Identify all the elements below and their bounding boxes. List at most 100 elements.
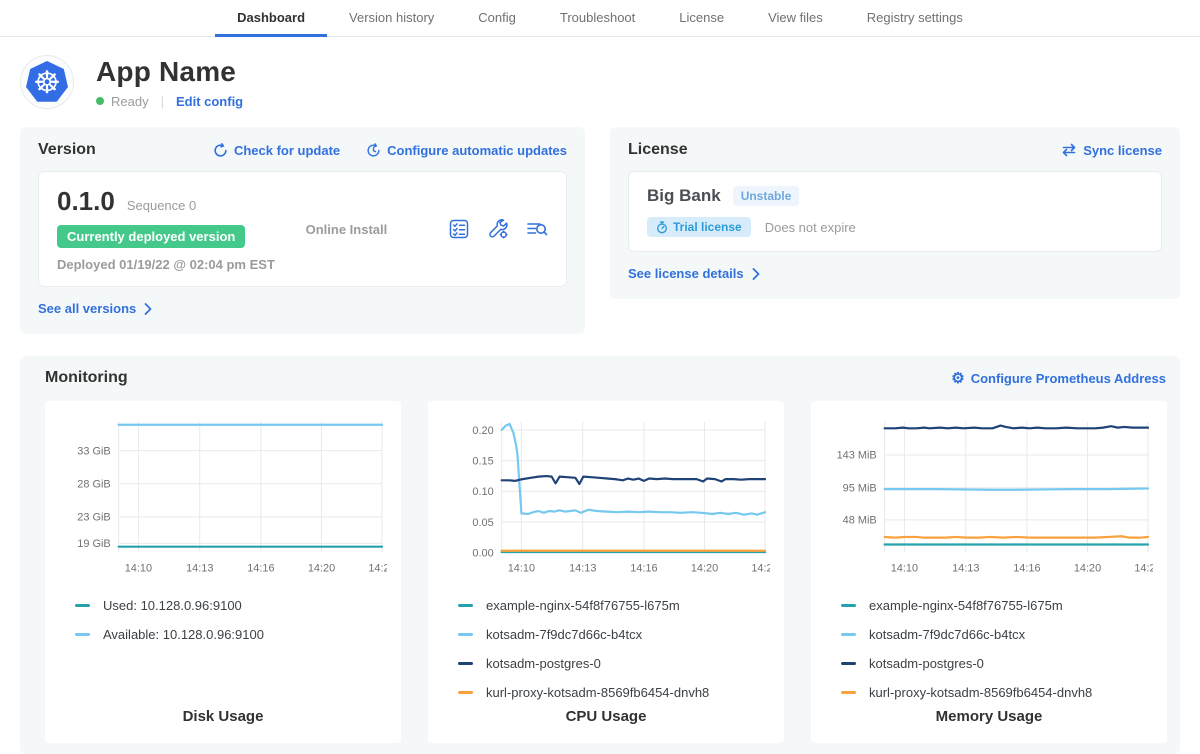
deployed-timestamp: Deployed 01/19/22 @ 02:04 pm EST (57, 257, 275, 272)
legend-swatch-icon (458, 633, 473, 636)
chart-title: CPU Usage (442, 708, 770, 731)
legend-swatch-icon (75, 633, 90, 636)
cpu-usage-plot: 14:1014:1314:1614:2014:230.200.150.100.0… (442, 413, 770, 581)
legend-item: Used: 10.128.0.96:9100 (75, 591, 387, 620)
license-card: License Sync license Big Bank Unstable T… (610, 127, 1180, 299)
status-dot-icon (96, 97, 104, 105)
install-type-label: Online Install (306, 222, 388, 237)
svg-text:95 MiB: 95 MiB (843, 483, 877, 495)
tab-config[interactable]: Config (456, 0, 538, 37)
legend-label: kotsadm-7f9dc7d66c-b4tcx (486, 627, 642, 642)
svg-text:14:10: 14:10 (891, 563, 918, 575)
chevron-right-icon (144, 303, 152, 315)
chart-title: Disk Usage (59, 708, 387, 731)
kubernetes-heptagon: ☸ (26, 61, 68, 103)
legend-item: example-nginx-54f8f76755-l675m (458, 591, 770, 620)
monitoring-section: Monitoring ⚙ Configure Prometheus Addres… (20, 356, 1180, 754)
see-license-details-link[interactable]: See license details (628, 266, 760, 281)
license-card-title: License (628, 141, 688, 159)
tab-troubleshoot[interactable]: Troubleshoot (538, 0, 657, 37)
memory-usage-plot: 14:1014:1314:1614:2014:23143 MiB95 MiB48… (825, 413, 1153, 581)
disk-usage-plot: 14:1014:1314:1614:2014:2333 GiB28 GiB23 … (59, 413, 387, 581)
legend-item: kotsadm-postgres-0 (841, 649, 1153, 678)
legend-item: example-nginx-54f8f76755-l675m (841, 591, 1153, 620)
svg-text:14:20: 14:20 (1074, 563, 1101, 575)
kubernetes-wheel-icon: ☸ (33, 67, 61, 98)
tab-version-history[interactable]: Version history (327, 0, 456, 37)
chart-legend: Used: 10.128.0.96:9100 Available: 10.128.… (59, 591, 387, 649)
refresh-icon (213, 143, 228, 158)
legend-swatch-icon (841, 604, 856, 607)
svg-text:0.15: 0.15 (472, 455, 493, 467)
current-version-card: 0.1.0 Sequence 0 Currently deployed vers… (38, 171, 567, 287)
svg-text:14:16: 14:16 (630, 563, 657, 575)
svg-text:14:16: 14:16 (247, 563, 274, 575)
deployed-badge: Currently deployed version (57, 225, 245, 248)
legend-swatch-icon (841, 633, 856, 636)
svg-text:0.10: 0.10 (472, 486, 493, 498)
stopwatch-icon (656, 221, 668, 234)
svg-text:14:20: 14:20 (691, 563, 718, 575)
svg-text:14:13: 14:13 (186, 563, 213, 575)
svg-text:14:13: 14:13 (952, 563, 979, 575)
legend-label: kotsadm-postgres-0 (486, 656, 601, 671)
top-nav: Dashboard Version history Config Trouble… (0, 0, 1200, 37)
chart-legend: example-nginx-54f8f76755-l675m kotsadm-7f… (442, 591, 770, 707)
tab-registry-settings[interactable]: Registry settings (845, 0, 985, 37)
svg-text:0.00: 0.00 (472, 547, 493, 559)
channel-badge: Unstable (733, 186, 800, 206)
svg-text:14:13: 14:13 (569, 563, 596, 575)
legend-label: Used: 10.128.0.96:9100 (103, 598, 242, 613)
version-number: 0.1.0 (57, 186, 115, 217)
app-title: App Name (96, 56, 243, 88)
license-details-card: Big Bank Unstable Trial license Does not… (628, 171, 1162, 252)
sync-license-link[interactable]: Sync license (1061, 143, 1162, 158)
legend-label: Available: 10.128.0.96:9100 (103, 627, 264, 642)
svg-text:14:16: 14:16 (1013, 563, 1040, 575)
configure-prometheus-link[interactable]: ⚙ Configure Prometheus Address (951, 371, 1166, 386)
check-for-update-link[interactable]: Check for update (213, 143, 340, 158)
legend-swatch-icon (458, 662, 473, 665)
legend-label: example-nginx-54f8f76755-l675m (869, 598, 1063, 613)
tab-dashboard[interactable]: Dashboard (215, 0, 327, 37)
legend-swatch-icon (75, 604, 90, 607)
svg-text:48 MiB: 48 MiB (843, 515, 877, 527)
see-license-details-row: See license details (628, 265, 1162, 283)
legend-item: kotsadm-7f9dc7d66c-b4tcx (841, 620, 1153, 649)
deploy-logs-icon[interactable] (526, 218, 548, 240)
memory-usage-chart-card: 14:1014:1314:1614:2014:23143 MiB95 MiB48… (811, 401, 1167, 743)
license-customer-name: Big Bank (647, 186, 721, 206)
version-info: 0.1.0 Sequence 0 Currently deployed vers… (57, 186, 275, 272)
tab-license[interactable]: License (657, 0, 746, 37)
svg-text:14:10: 14:10 (125, 563, 152, 575)
monitoring-title: Monitoring (45, 369, 128, 387)
legend-item: Available: 10.128.0.96:9100 (75, 620, 387, 649)
svg-text:28 GiB: 28 GiB (77, 479, 110, 491)
svg-text:14:10: 14:10 (508, 563, 535, 575)
svg-text:14:23: 14:23 (1134, 563, 1153, 575)
see-all-versions-link[interactable]: See all versions (38, 301, 152, 316)
version-actions (448, 218, 548, 240)
chart-title: Memory Usage (825, 708, 1153, 731)
edit-config-link[interactable]: Edit config (176, 94, 243, 109)
cards-row: Version Check for update Configure autom… (20, 127, 1180, 334)
disk-usage-chart-card: 14:1014:1314:1614:2014:2333 GiB28 GiB23 … (45, 401, 401, 743)
configure-automatic-updates-link[interactable]: Configure automatic updates (366, 143, 567, 158)
legend-item: kotsadm-7f9dc7d66c-b4tcx (458, 620, 770, 649)
config-wrench-icon[interactable] (487, 218, 509, 240)
svg-text:14:23: 14:23 (751, 563, 770, 575)
sync-arrows-icon (1061, 143, 1077, 157)
legend-label: example-nginx-54f8f76755-l675m (486, 598, 680, 613)
version-card-title: Version (38, 141, 96, 159)
legend-item: kurl-proxy-kotsadm-8569fb6454-dnvh8 (458, 678, 770, 707)
see-all-versions-row: See all versions (38, 300, 567, 318)
legend-item: kurl-proxy-kotsadm-8569fb6454-dnvh8 (841, 678, 1153, 707)
tab-view-files[interactable]: View files (746, 0, 845, 37)
legend-swatch-icon (458, 604, 473, 607)
preflight-checks-icon[interactable] (448, 218, 470, 240)
svg-text:19 GiB: 19 GiB (77, 538, 110, 550)
legend-item: kotsadm-postgres-0 (458, 649, 770, 678)
svg-text:23 GiB: 23 GiB (77, 512, 110, 524)
app-status-row: Ready | Edit config (96, 94, 243, 109)
svg-text:33 GiB: 33 GiB (77, 445, 110, 457)
